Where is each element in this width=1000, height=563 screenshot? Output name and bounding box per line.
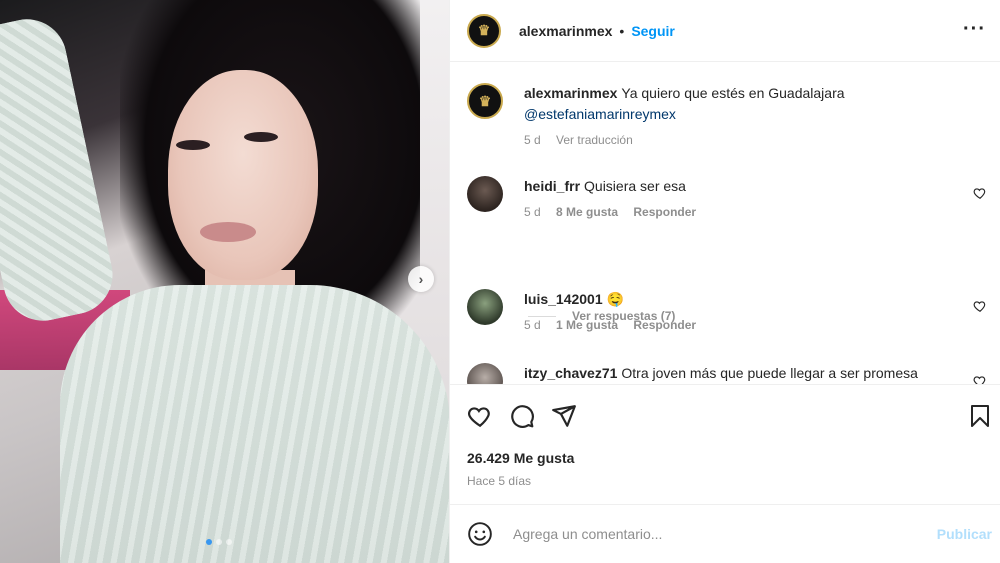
next-photo-button[interactable]: › (408, 266, 434, 292)
comment-meta: 5 d 8 Me gusta Responder (524, 205, 708, 219)
caption-mention[interactable]: @estefaniamarinreymex (524, 106, 676, 122)
heart-icon[interactable] (973, 299, 987, 313)
comment-emoji: 🤤 (606, 291, 625, 307)
comment-username[interactable]: luis_142001 (524, 291, 603, 307)
reply-button[interactable]: Responder (633, 205, 696, 219)
avatar[interactable]: ♛ (467, 83, 503, 119)
comment-likes[interactable]: 8 Me gusta (556, 205, 618, 219)
comment-time: 5 d (524, 318, 541, 332)
photo-lips (200, 222, 256, 242)
like-heart-icon[interactable] (467, 403, 493, 429)
list-item: heidi_frr Quisiera ser esa 5 d 8 Me gusta… (467, 176, 987, 236)
header-separator: • (619, 22, 625, 39)
post-actions: 26.429 Me gusta Hace 5 días (450, 384, 1000, 504)
avatar[interactable]: ♛ (467, 13, 501, 48)
comment-body: luis_142001 🤤 (524, 289, 954, 310)
comment-body: heidi_frr Quisiera ser esa (524, 176, 954, 197)
post-timestamp: Hace 5 días (467, 474, 532, 488)
heart-icon[interactable] (973, 374, 987, 384)
post-photo[interactable]: › (0, 0, 449, 563)
header-username[interactable]: alexmarinmex (519, 23, 612, 39)
post-side-panel: ♛ alexmarinmex • Seguir ··· ♛ alexmarinm… (449, 0, 1000, 563)
more-horizontal-icon[interactable]: ··· (963, 18, 986, 41)
follow-button[interactable]: Seguir (631, 23, 675, 39)
photo-eye-right (244, 132, 278, 142)
caption-meta: 5 d Ver traducción (524, 133, 645, 147)
emoji-smiley-icon[interactable] (467, 521, 493, 547)
publish-button[interactable]: Publicar (937, 526, 992, 542)
photo-sleeve (0, 11, 120, 329)
carousel-indicator (206, 539, 232, 545)
list-item: itzy_chavez71 Otra joven más que puede ll… (467, 363, 987, 384)
comment-time: 5 d (524, 205, 541, 219)
avatar[interactable] (467, 363, 503, 384)
photo-face (168, 70, 318, 280)
action-icons (467, 403, 577, 429)
share-send-icon[interactable] (551, 403, 577, 429)
comment-body: itzy_chavez71 Otra joven más que puede ll… (524, 363, 964, 384)
comment-meta: 5 d 1 Me gusta Responder (524, 318, 708, 332)
likes-count[interactable]: 26.429 Me gusta (467, 450, 574, 466)
avatar[interactable] (467, 289, 503, 325)
heart-icon[interactable] (973, 186, 987, 200)
list-item: luis_142001 🤤 5 d 1 Me gusta Responder (467, 289, 987, 349)
caption: ♛ alexmarinmex Ya quiero que estés en Gua… (467, 83, 987, 153)
post-header: ♛ alexmarinmex • Seguir ··· (450, 0, 1000, 62)
comment-input[interactable] (513, 526, 913, 542)
caption-time: 5 d (524, 133, 541, 147)
caption-text: Ya quiero que estés en Guadalajara (621, 85, 845, 101)
reply-button[interactable]: Responder (633, 318, 696, 332)
save-bookmark-button[interactable] (968, 403, 992, 429)
comments-list[interactable]: ♛ alexmarinmex Ya quiero que estés en Gua… (450, 62, 1000, 384)
comment-username[interactable]: heidi_frr (524, 178, 580, 194)
see-translation-button[interactable]: Ver traducción (556, 133, 633, 147)
comment-text: Quisiera ser esa (584, 178, 686, 194)
comment-username[interactable]: itzy_chavez71 (524, 365, 617, 381)
add-comment-bar: Publicar (450, 504, 1000, 563)
comment-text: Otra joven más que puede llegar a ser pr… (621, 365, 918, 381)
caption-body: alexmarinmex Ya quiero que estés en Guada… (524, 83, 954, 125)
comment-likes[interactable]: 1 Me gusta (556, 318, 618, 332)
caption-username[interactable]: alexmarinmex (524, 85, 617, 101)
crown-icon: ♛ (477, 22, 491, 38)
carousel-dot (216, 539, 222, 545)
chevron-right-icon: › (418, 271, 424, 287)
comment-bubble-icon[interactable] (509, 403, 535, 429)
photo-eye-left (176, 140, 210, 150)
avatar[interactable] (467, 176, 503, 212)
carousel-dot (226, 539, 232, 545)
carousel-dot-active (206, 539, 212, 545)
photo-sweater (60, 285, 449, 563)
crown-icon: ♛ (478, 92, 492, 109)
bookmark-icon (971, 405, 989, 427)
